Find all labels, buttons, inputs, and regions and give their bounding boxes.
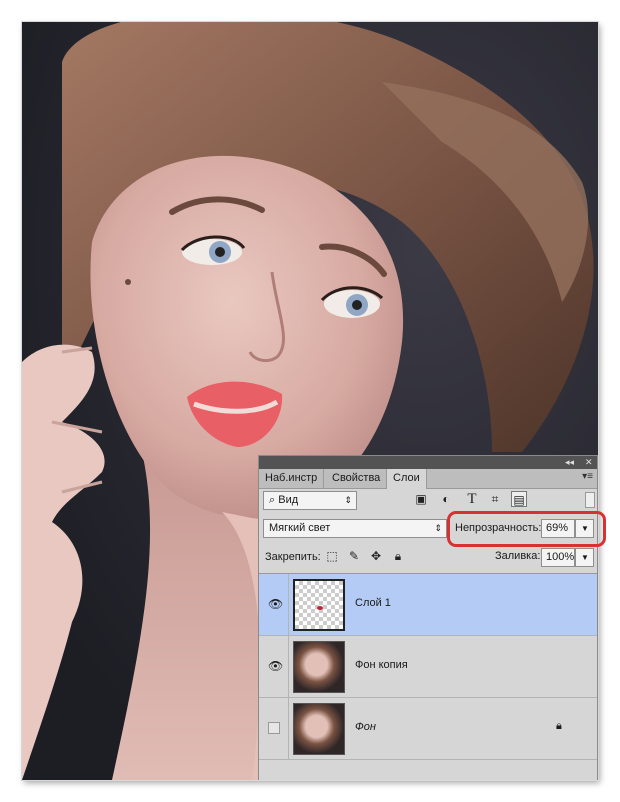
- blend-mode-select[interactable]: Мягкий свет ⇕: [263, 519, 447, 538]
- layer-name[interactable]: Фон копия: [355, 659, 408, 671]
- select-arrows-icon: ⇕: [344, 495, 352, 505]
- layer-row-background[interactable]: Фон 🔒︎: [259, 698, 597, 760]
- select-arrows-icon: ⇕: [434, 523, 442, 533]
- shape-filter-icon[interactable]: ⌗: [487, 491, 503, 507]
- opacity-highlight: [447, 511, 606, 547]
- panel-titlebar: ◂◂ ✕: [259, 456, 597, 469]
- layer-filter-select[interactable]: ⌕ Вид ⇕: [263, 491, 357, 510]
- smart-object-filter-icon[interactable]: ▤: [511, 491, 527, 507]
- lock-position-icon[interactable]: ✥: [369, 549, 383, 563]
- search-icon: ⌕: [269, 494, 276, 506]
- fill-dropdown-button[interactable]: ▼: [575, 548, 594, 567]
- blend-mode-value: Мягкий свет: [269, 522, 331, 534]
- close-icon[interactable]: ✕: [585, 456, 593, 469]
- layer-thumbnail: [293, 641, 345, 693]
- tab-tool-presets[interactable]: Наб.инстр: [259, 469, 325, 488]
- image-filter-icon[interactable]: ▣: [413, 491, 429, 507]
- lock-brush-icon[interactable]: ✎: [347, 549, 361, 563]
- filter-toggle[interactable]: [585, 492, 595, 508]
- collapse-arrows-icon[interactable]: ◂◂: [565, 456, 574, 469]
- lock-icon: 🔒︎: [556, 720, 562, 732]
- lock-pixels-icon[interactable]: ⬚: [325, 549, 339, 563]
- adjustment-filter-icon[interactable]: ◐: [438, 491, 454, 507]
- filter-label: Вид: [278, 494, 299, 506]
- fill-label: Заливка:: [495, 550, 541, 562]
- type-filter-icon[interactable]: T: [464, 491, 480, 507]
- visibility-toggle[interactable]: 👁︎: [259, 636, 289, 697]
- lock-all-icon[interactable]: 🔒︎: [391, 549, 405, 563]
- fill-input[interactable]: 100%: [541, 548, 575, 567]
- layer-row-background-copy[interactable]: 👁︎ Фон копия: [259, 636, 597, 698]
- visibility-toggle[interactable]: [259, 698, 289, 759]
- layer-name[interactable]: Фон: [355, 721, 376, 733]
- layer-thumbnail: [293, 579, 345, 631]
- eye-icon: 👁︎: [268, 659, 284, 673]
- lock-label: Закрепить:: [265, 551, 321, 563]
- layer-row-layer1[interactable]: 👁︎ Слой 1: [259, 574, 597, 636]
- panel-menu-icon[interactable]: ▾≡: [582, 471, 593, 482]
- eye-icon: 👁︎: [268, 597, 284, 611]
- tab-layers[interactable]: Слои: [387, 469, 427, 489]
- layers-list: 👁︎ Слой 1 👁︎ Фон копия Фон 🔒︎: [259, 573, 597, 780]
- visibility-toggle[interactable]: 👁︎: [259, 574, 289, 635]
- layer-thumbnail: [293, 703, 345, 755]
- panel-tabs: Наб.инстр Свойства Слои: [259, 469, 597, 489]
- layer-name[interactable]: Слой 1: [355, 597, 391, 609]
- red-dot: [317, 606, 323, 610]
- tab-properties[interactable]: Свойства: [326, 469, 388, 488]
- empty-visibility-box: [268, 722, 280, 734]
